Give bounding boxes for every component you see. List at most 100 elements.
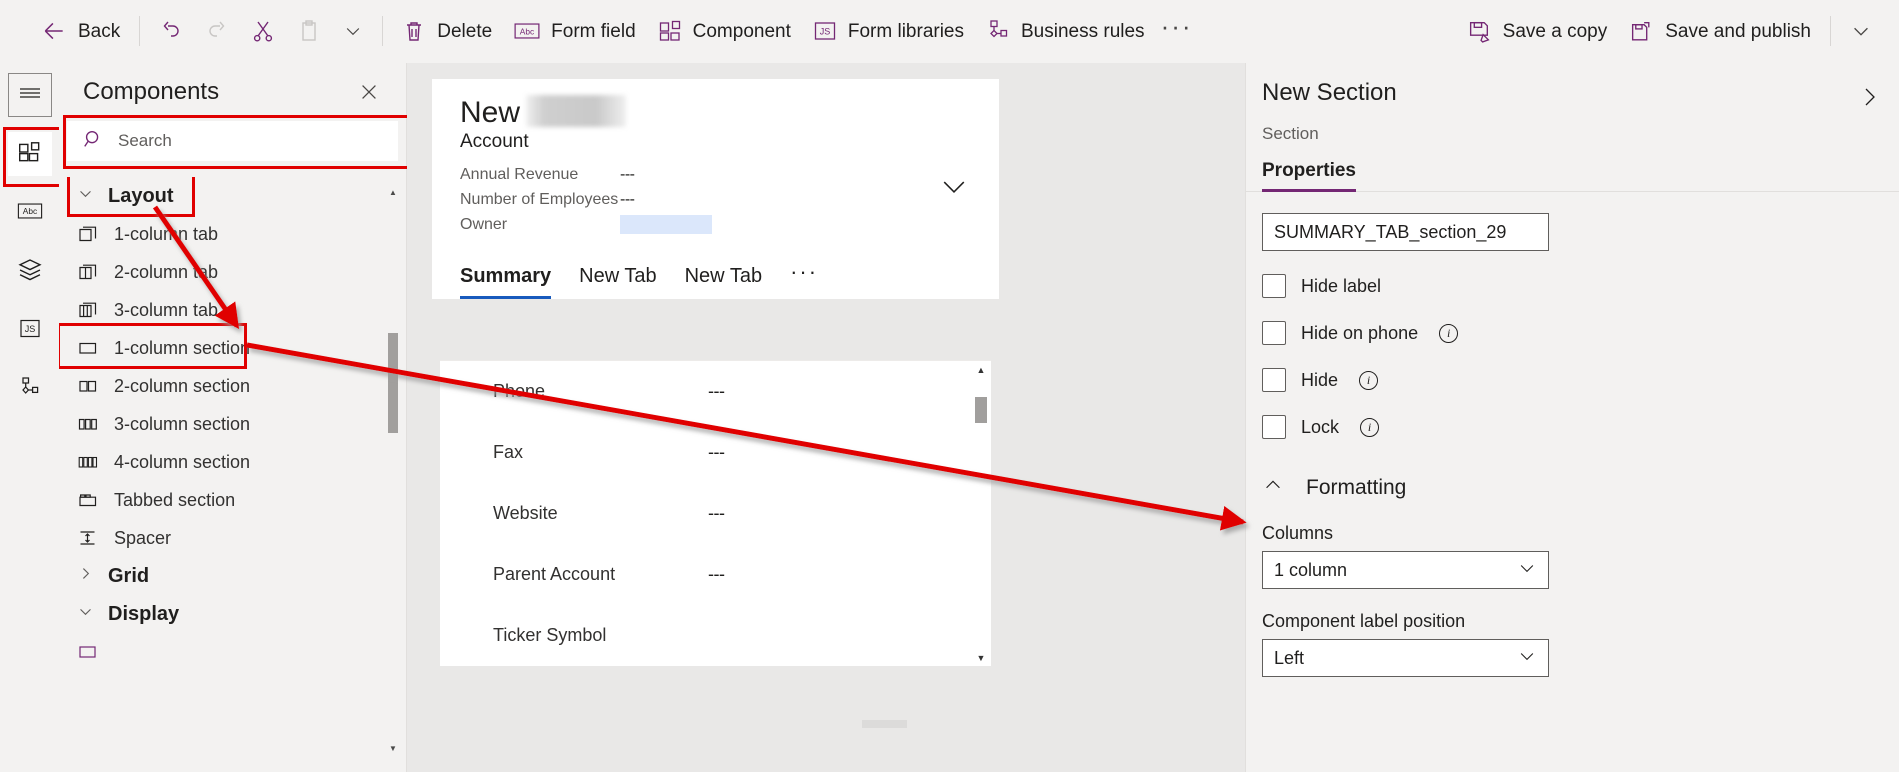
cut-button[interactable] (240, 10, 286, 52)
paste-button[interactable] (286, 10, 332, 52)
scroll-up-icon[interactable]: ▲ (386, 185, 400, 199)
save-and-publish-label: Save and publish (1665, 20, 1811, 42)
form-body-scrollbar[interactable]: ▲ ▼ (971, 361, 991, 666)
checkbox-box[interactable] (1262, 415, 1286, 439)
list-item-label: 1-column tab (114, 223, 219, 244)
form-field-label: Phone (493, 381, 546, 401)
component-label-position-select[interactable]: Left (1262, 639, 1549, 677)
command-overflow-button[interactable]: ··· (1156, 10, 1198, 52)
four-column-section-icon (77, 452, 99, 472)
columns-select[interactable]: 1 column (1262, 551, 1549, 589)
delete-button[interactable]: Delete (391, 10, 503, 52)
form-field-value: --- (708, 564, 725, 584)
form-field-label: Form field (551, 20, 636, 42)
group-header-display[interactable]: Display (59, 595, 384, 633)
info-icon[interactable]: i (1439, 323, 1459, 343)
scroll-up-icon[interactable]: ▲ (971, 361, 991, 379)
list-item[interactable]: 2-column tab (59, 253, 384, 291)
sidebar-item-javascript[interactable]: JS (8, 309, 52, 353)
form-field-label: Ticker Symbol (493, 625, 607, 645)
group-header-grid[interactable]: Grid (59, 557, 384, 595)
checkbox-lock[interactable]: Lock i (1262, 415, 1899, 439)
header-field-label: Annual Revenue (460, 165, 579, 183)
list-item[interactable]: 3-column section (59, 405, 384, 443)
list-item[interactable]: 1-column tab (59, 215, 384, 253)
sidebar-item-layers[interactable] (8, 250, 52, 294)
sidebar-item-business-rules[interactable] (8, 368, 52, 412)
tab-properties[interactable]: Properties (1262, 160, 1356, 192)
scroll-down-icon[interactable]: ▼ (386, 741, 400, 755)
tab-new-tab-1[interactable]: New Tab (579, 265, 656, 299)
form-field-row[interactable]: Ticker Symbol (440, 605, 991, 666)
canvas-footer (407, 710, 1245, 772)
checkbox-hide-label[interactable]: Hide label (1262, 274, 1899, 298)
redo-button[interactable] (194, 10, 240, 52)
chevron-right-icon[interactable] (1857, 79, 1881, 114)
form-field-row[interactable]: Phone --- (440, 361, 991, 422)
command-bar-right: Save a copy Save and publish (1456, 10, 1899, 52)
formatting-section-header[interactable]: Formatting (1262, 474, 1899, 501)
svg-text:Abc: Abc (22, 206, 36, 216)
sidebar-item-components[interactable] (2, 127, 63, 187)
list-item[interactable]: 2-column section (59, 367, 384, 405)
list-item[interactable]: 3-column tab (59, 291, 384, 329)
tab-summary[interactable]: Summary (460, 265, 552, 299)
group-header-layout[interactable]: Layout (59, 177, 384, 217)
components-scrollbar[interactable]: ▲ ▼ (386, 185, 400, 755)
page-title: New Section (1262, 79, 1397, 106)
back-button[interactable]: Back (30, 10, 131, 52)
list-item[interactable]: Spacer (59, 519, 384, 557)
javascript-icon: JS (813, 20, 837, 42)
checkbox-label: Hide on phone (1301, 322, 1419, 343)
delete-label: Delete (437, 20, 493, 42)
section-name-input[interactable] (1262, 213, 1549, 251)
checkbox-hide-on-phone[interactable]: Hide on phone i (1262, 321, 1899, 345)
undo-button[interactable] (148, 10, 194, 52)
properties-panel: New Section Section Properties Hide labe… (1245, 63, 1899, 772)
list-item[interactable]: Tabbed section (59, 481, 384, 519)
close-icon[interactable] (352, 75, 386, 109)
scrollbar-thumb[interactable] (388, 333, 398, 433)
form-libraries-button[interactable]: JS Form libraries (802, 10, 975, 52)
sidebar-item-table-columns[interactable]: Abc (8, 191, 52, 235)
header-expand-chevron-down-icon[interactable] (939, 176, 969, 203)
list-item-one-column-section[interactable]: 1-column section (59, 323, 384, 369)
info-icon[interactable]: i (1360, 417, 1380, 437)
save-a-copy-button[interactable]: Save a copy (1456, 10, 1619, 52)
list-item[interactable]: 4-column section (59, 443, 384, 481)
search-box[interactable] (67, 121, 398, 161)
form-field-row[interactable]: Parent Account --- (440, 544, 991, 605)
save-options-button[interactable] (1839, 10, 1883, 52)
list-item[interactable] (59, 633, 384, 671)
record-title: New (460, 96, 521, 129)
scroll-down-icon[interactable]: ▼ (971, 649, 991, 666)
tabs-overflow-button[interactable]: ··· (790, 259, 818, 299)
section-name-field-wrap (1262, 213, 1883, 251)
paste-options-button[interactable] (332, 10, 374, 52)
scrollbar-thumb[interactable] (975, 397, 987, 423)
search-icon (82, 128, 104, 155)
toolbar-divider-2 (382, 16, 384, 46)
checkbox-box[interactable] (1262, 368, 1286, 392)
checkbox-box[interactable] (1262, 274, 1286, 298)
form-field-row[interactable]: Fax --- (440, 422, 991, 483)
business-rules-button[interactable]: Business rules (975, 10, 1156, 52)
toolbar-divider-3 (1830, 16, 1831, 46)
form-field-button[interactable]: Abc Form field (503, 10, 646, 52)
tab-new-tab-2[interactable]: New Tab (685, 265, 762, 299)
form-field-row[interactable]: Website --- (440, 483, 991, 544)
component-button[interactable]: Component (647, 10, 802, 52)
canvas-resize-handle[interactable] (862, 720, 907, 728)
sidebar-item-hamburger-menu[interactable] (7, 73, 52, 117)
info-icon[interactable]: i (1359, 370, 1379, 390)
abc-field-icon: Abc (514, 20, 540, 42)
owner-value-placeholder (620, 215, 712, 234)
form-field-label: Parent Account (493, 564, 616, 584)
checkbox-box[interactable] (1262, 321, 1286, 345)
search-input[interactable] (116, 130, 383, 152)
form-designer-app: Back Delete Abc Form field Component JS … (0, 0, 1899, 772)
checkbox-hide[interactable]: Hide i (1262, 368, 1899, 392)
save-and-publish-button[interactable]: Save and publish (1618, 10, 1822, 52)
left-icon-rail: Abc JS (0, 63, 63, 772)
header-field-value: --- (620, 165, 635, 183)
